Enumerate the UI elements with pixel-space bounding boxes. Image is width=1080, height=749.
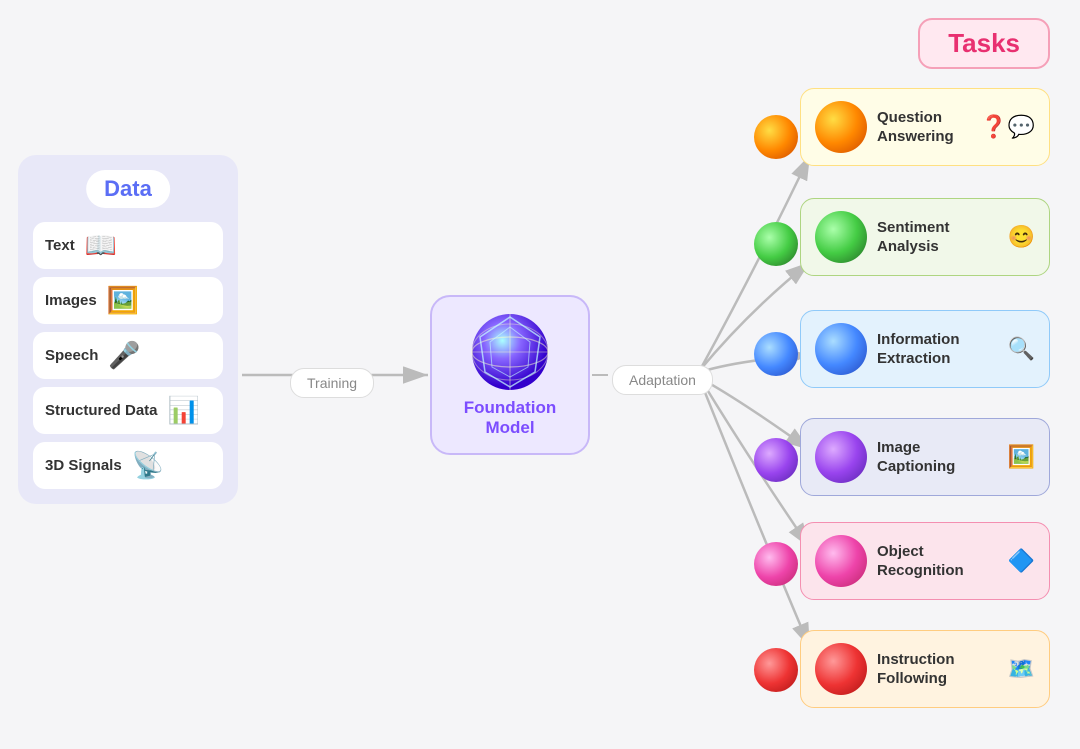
data-item-speech-label: Speech [45,347,98,364]
data-title-box: Data [86,170,170,208]
sphere-qa [815,101,867,153]
data-title: Data [104,176,152,201]
task-info-label: InformationExtraction [877,330,960,369]
data-item-images: Images 🖼️ [33,277,223,324]
structured-icon: 📊 [168,395,200,426]
data-item-text-label: Text [45,237,75,254]
sphere-instruct-left [754,648,798,692]
task-card-caption: ImageCaptioning 🖼️ [800,418,1050,496]
data-item-3d: 3D Signals 📡 [33,442,223,489]
data-item-images-label: Images [45,292,97,309]
speech-icon: 🎤 [108,340,140,371]
sphere-qa-left [754,115,798,159]
sphere-info-left [754,332,798,376]
data-item-speech: Speech 🎤 [33,332,223,379]
sphere-object-left [754,542,798,586]
object-icon: 🔷 [1008,548,1035,574]
data-panel: Data Text 📖 Images 🖼️ Speech 🎤 Structure… [18,155,238,504]
task-card-qa: QuestionAnswering ❓💬 [800,88,1050,166]
qa-icon: ❓💬 [980,114,1035,140]
foundation-model-box: FoundationModel [430,295,590,455]
info-icon: 🔍 [1008,336,1035,362]
data-items: Text 📖 Images 🖼️ Speech 🎤 Structured Dat… [28,222,228,489]
3d-icon: 📡 [132,450,164,481]
book-icon: 📖 [85,230,117,261]
task-sentiment-label: SentimentAnalysis [877,218,950,257]
task-instruct-label: InstructionFollowing [877,650,955,689]
training-label: Training [290,368,374,398]
task-card-info: InformationExtraction 🔍 [800,310,1050,388]
task-qa-label: QuestionAnswering [877,108,954,147]
tasks-title: Tasks [948,28,1020,58]
data-item-3d-label: 3D Signals [45,457,122,474]
task-caption-label: ImageCaptioning [877,438,955,477]
data-item-text: Text 📖 [33,222,223,269]
tasks-title-box: Tasks [918,18,1050,69]
sphere-sentiment [815,211,867,263]
sentiment-icon: 😊 [1008,224,1035,250]
sphere-object [815,535,867,587]
caption-icon: 🖼️ [1008,444,1035,470]
sphere-caption-left [754,438,798,482]
adaptation-label: Adaptation [612,365,713,395]
sphere-caption [815,431,867,483]
foundation-sphere [470,312,550,392]
task-card-object: ObjectRecognition 🔷 [800,522,1050,600]
images-icon: 🖼️ [107,285,139,316]
data-item-structured-label: Structured Data [45,402,158,419]
task-card-sentiment: SentimentAnalysis 😊 [800,198,1050,276]
foundation-model-label: FoundationModel [464,398,557,439]
task-card-instruct: InstructionFollowing 🗺️ [800,630,1050,708]
task-object-label: ObjectRecognition [877,542,964,581]
sphere-info [815,323,867,375]
sphere-sentiment-left [754,222,798,266]
data-item-structured: Structured Data 📊 [33,387,223,434]
instruct-icon: 🗺️ [1008,656,1035,682]
sphere-instruct [815,643,867,695]
